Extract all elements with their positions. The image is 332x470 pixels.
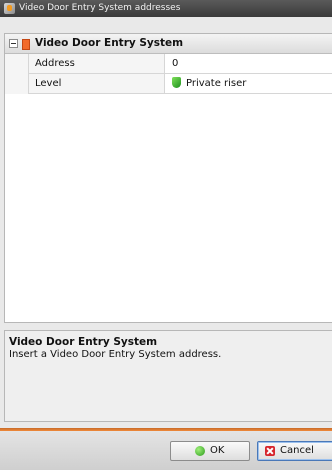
dialog-window: Video Door Entry System addresses Video … xyxy=(0,0,332,470)
description-panel: Video Door Entry System Insert a Video D… xyxy=(4,330,332,422)
property-value-level-text: Private riser xyxy=(186,78,247,89)
ok-button[interactable]: OK xyxy=(170,441,250,461)
ok-button-label: OK xyxy=(210,445,225,456)
description-text: Insert a Video Door Entry System address… xyxy=(9,349,222,360)
group-header[interactable]: Video Door Entry System xyxy=(5,34,332,54)
cancel-button[interactable]: Cancel xyxy=(257,441,332,461)
property-value-level[interactable]: Private riser xyxy=(166,74,246,93)
window-title: Video Door Entry System addresses xyxy=(19,3,181,13)
check-icon xyxy=(195,446,205,456)
property-grid: Video Door Entry System Address 0 Level … xyxy=(4,33,332,323)
grid-gutter xyxy=(5,54,29,94)
group-title: Video Door Entry System xyxy=(35,37,184,49)
green-shield-icon xyxy=(172,77,181,88)
property-row-level[interactable]: Level Private riser xyxy=(29,74,332,94)
cancel-button-label: Cancel xyxy=(280,445,314,456)
property-value-address[interactable]: 0 xyxy=(166,54,178,73)
collapse-icon[interactable] xyxy=(9,39,18,48)
property-name: Address xyxy=(29,54,165,73)
button-bar: OK Cancel xyxy=(0,431,332,470)
app-icon xyxy=(4,3,15,14)
close-icon xyxy=(265,446,275,456)
folder-icon xyxy=(22,39,30,50)
title-bar[interactable]: Video Door Entry System addresses xyxy=(0,0,332,17)
property-row-address[interactable]: Address 0 xyxy=(29,54,332,74)
property-name: Level xyxy=(29,74,165,93)
description-title: Video Door Entry System xyxy=(9,336,158,348)
